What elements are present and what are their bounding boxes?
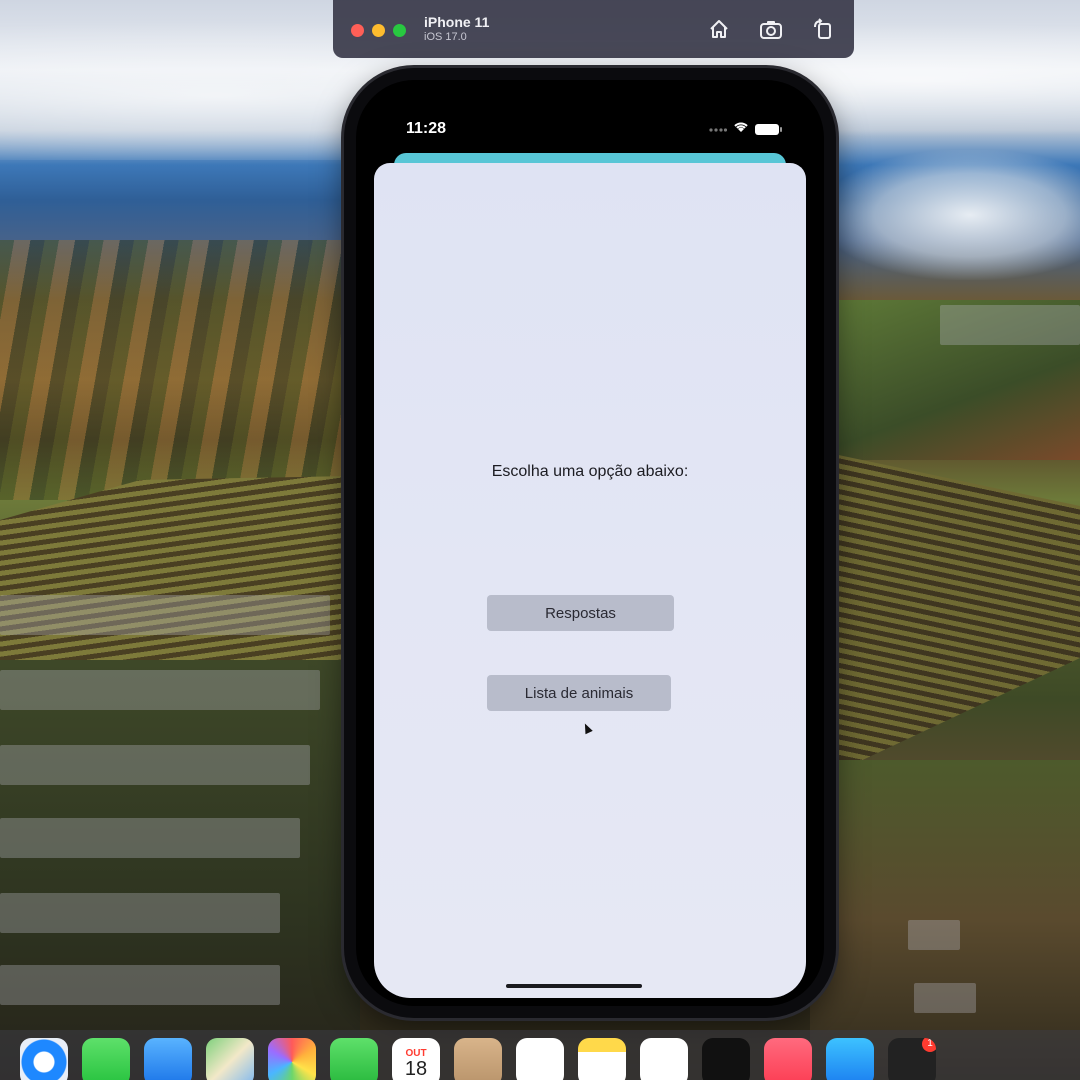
reflection-stripe: [0, 818, 300, 858]
reflection-stripe: [908, 920, 960, 950]
podcasts-badge: 1: [922, 1038, 936, 1052]
status-icons: [709, 120, 782, 138]
reflection-stripe: [0, 893, 280, 933]
device-os-version: iOS 17.0: [424, 30, 467, 43]
tv-icon[interactable]: [702, 1038, 750, 1080]
mail-icon[interactable]: [144, 1038, 192, 1080]
photos-icon[interactable]: [268, 1038, 316, 1080]
contacts-icon[interactable]: [454, 1038, 502, 1080]
calendar-icon[interactable]: OUT 18: [392, 1038, 440, 1080]
close-window-button[interactable]: [351, 23, 364, 37]
maps-icon[interactable]: [206, 1038, 254, 1080]
minimize-window-button[interactable]: [372, 23, 385, 37]
device-name: iPhone 11: [424, 14, 490, 31]
battery-icon: [755, 123, 782, 135]
messages-icon[interactable]: [82, 1038, 130, 1080]
phone-screen: 11:28 Escolha uma opção abaixo: Resposta…: [356, 80, 824, 1006]
reflection-stripe: [0, 670, 320, 710]
freeform-icon[interactable]: [640, 1038, 688, 1080]
respostas-button[interactable]: Respostas: [487, 595, 674, 631]
safari-icon[interactable]: [20, 1038, 68, 1080]
reflection-stripe: [914, 983, 976, 1013]
reflection-stripe: [0, 965, 280, 1005]
signal-dots-icon: [709, 120, 728, 138]
reflection-stripe: [0, 745, 310, 785]
simulator-titlebar: iPhone 11 iOS 17.0: [333, 0, 854, 58]
prompt-text: Escolha uma opção abaixo:: [491, 463, 689, 480]
wallpaper-vineyard-left: [0, 476, 350, 670]
wallpaper-fog: [820, 150, 1080, 280]
modal-sheet: Escolha uma opção abaixo: Respostas List…: [374, 163, 806, 998]
home-icon[interactable]: [706, 16, 732, 42]
wallpaper-ground-left: [0, 660, 360, 1080]
reflection-stripe: [0, 595, 330, 635]
reflection-stripe: [940, 305, 1080, 345]
zoom-window-button[interactable]: [393, 23, 406, 37]
simulator-actions: [706, 16, 836, 42]
rotate-icon[interactable]: [810, 16, 836, 42]
app-store-icon[interactable]: [826, 1038, 874, 1080]
facetime-icon[interactable]: [330, 1038, 378, 1080]
wallpaper-trees: [0, 240, 350, 500]
calendar-day: 18: [404, 1057, 428, 1080]
wifi-icon: [733, 120, 749, 138]
dock: OUT 18 1: [0, 1030, 1080, 1080]
window-controls: [351, 23, 406, 37]
status-time: 11:28: [406, 120, 447, 137]
wallpaper-vineyard-right: [810, 449, 1080, 810]
screenshot-icon[interactable]: [758, 16, 784, 42]
status-bar: 11:28: [356, 80, 824, 150]
podcasts-icon[interactable]: 1: [888, 1038, 936, 1080]
music-icon[interactable]: [764, 1038, 812, 1080]
lista-de-animais-button[interactable]: Lista de animais: [487, 675, 671, 711]
calendar-month: OUT: [405, 1047, 427, 1059]
device-info: iPhone 11 iOS 17.0: [424, 14, 490, 43]
home-indicator[interactable]: [506, 984, 642, 988]
reminders-icon[interactable]: [516, 1038, 564, 1080]
iphone-device: 11:28 Escolha uma opção abaixo: Resposta…: [344, 68, 836, 1018]
notes-icon[interactable]: [578, 1038, 626, 1080]
